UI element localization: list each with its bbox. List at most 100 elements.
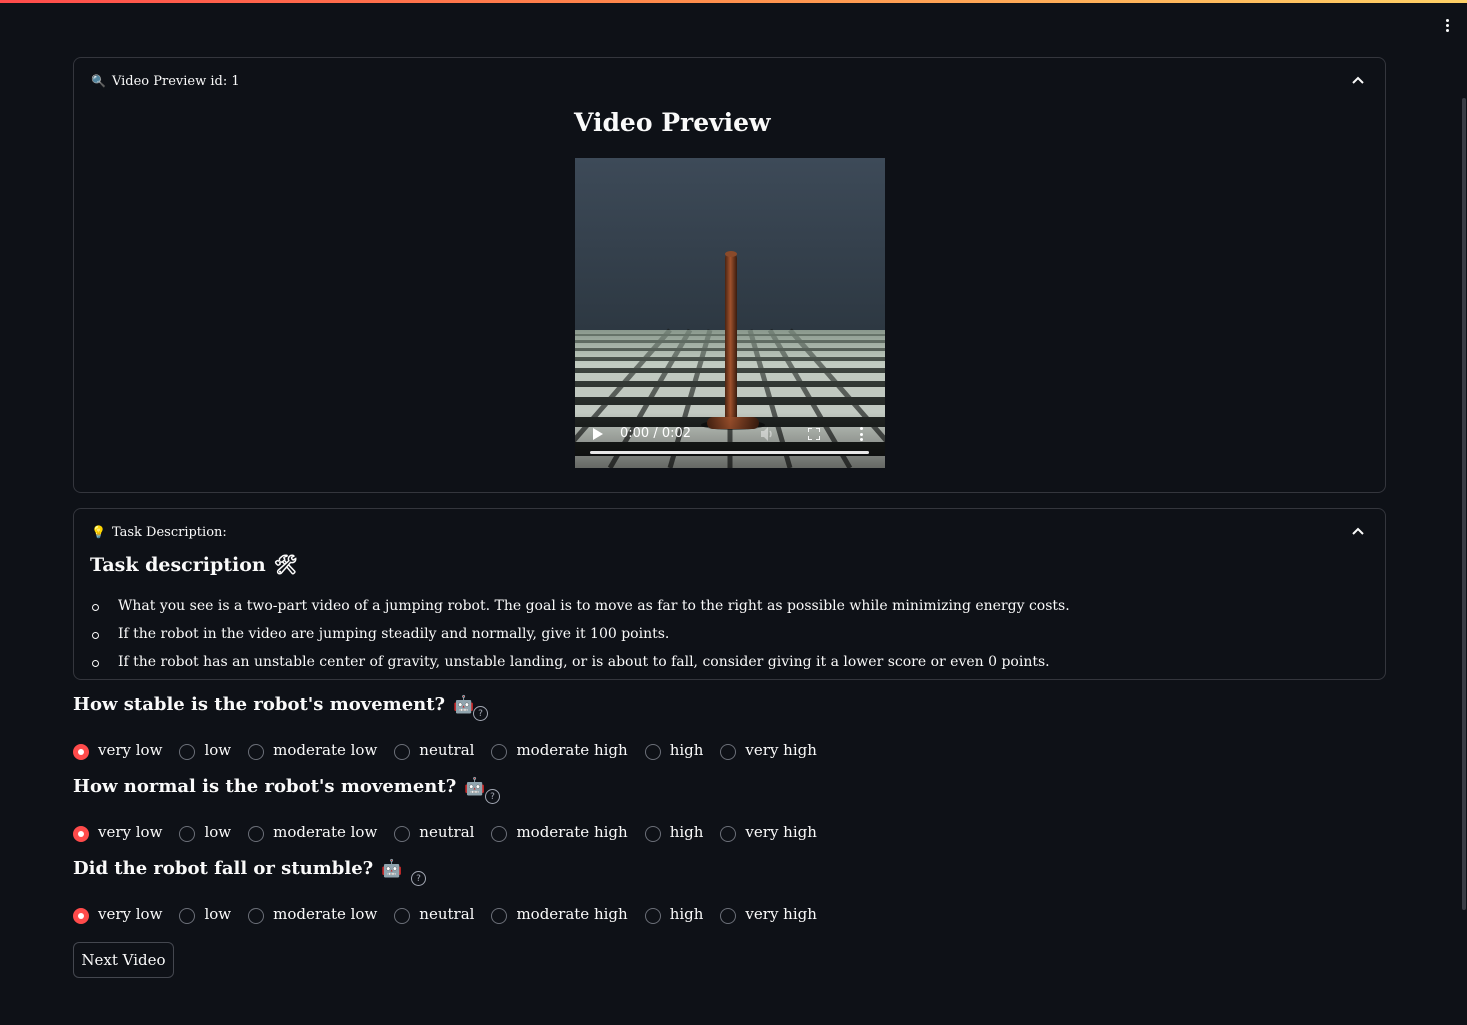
- magnifier-icon: 🔍: [91, 74, 106, 88]
- radio-circle[interactable]: [73, 825, 89, 842]
- radio-circle[interactable]: [394, 907, 411, 924]
- radio-circle[interactable]: [73, 743, 89, 760]
- video-time: 0:00 / 0:02: [620, 426, 692, 441]
- menu-dot-icon: [1445, 23, 1449, 27]
- radio-option-label: neutral: [419, 741, 475, 759]
- video-options-icon[interactable]: [859, 427, 863, 441]
- main-menu-button[interactable]: [1438, 14, 1456, 36]
- video-controls: 0:00 / 0:02: [575, 412, 885, 468]
- radio-option-label: neutral: [419, 905, 475, 923]
- fullscreen-icon[interactable]: [808, 428, 820, 440]
- radio-option-label: high: [669, 905, 704, 923]
- radio-option-label: very low: [98, 905, 163, 923]
- radio-option-label: high: [669, 741, 704, 759]
- help-icon[interactable]: ?: [485, 789, 500, 804]
- volume-icon[interactable]: [761, 427, 777, 441]
- radio-option[interactable]: low: [179, 823, 231, 842]
- radio-option[interactable]: moderate low: [248, 905, 377, 924]
- radio-option[interactable]: very low: [73, 905, 162, 924]
- radio-circle[interactable]: [248, 825, 265, 842]
- next-video-button[interactable]: Next Video: [73, 942, 174, 978]
- play-icon[interactable]: [593, 428, 603, 440]
- radio-option-label: moderate low: [273, 741, 378, 759]
- question-stability: How stable is the robot's movement? 🤖: [73, 694, 474, 715]
- radio-circle[interactable]: [394, 825, 411, 842]
- menu-dot-icon: [1445, 18, 1449, 22]
- radio-option-label: moderate low: [273, 905, 378, 923]
- radio-circle[interactable]: [644, 825, 661, 842]
- question-normality: How normal is the robot's movement? 🤖: [73, 776, 485, 797]
- task-description-expander-label: Task Description:: [111, 524, 227, 540]
- task-description-title: Task description 🛠: [90, 553, 298, 577]
- radio-option[interactable]: high: [644, 905, 704, 924]
- radio-option[interactable]: moderate low: [248, 741, 377, 760]
- radio-option[interactable]: moderate high: [491, 741, 628, 760]
- task-description-list: What you see is a two-part video of a ju…: [90, 596, 1070, 680]
- collapse-chevron-icon[interactable]: [1351, 525, 1365, 537]
- radio-option[interactable]: low: [179, 905, 231, 924]
- radio-option[interactable]: neutral: [394, 905, 474, 924]
- radio-option[interactable]: moderate high: [491, 905, 628, 924]
- radio-option-label: very low: [98, 823, 163, 841]
- robot-icon: 🤖: [464, 776, 486, 797]
- list-item: What you see is a two-part video of a ju…: [90, 596, 1070, 624]
- tools-icon: 🛠: [273, 554, 298, 576]
- radio-option[interactable]: very low: [73, 823, 162, 842]
- task-description-expander-header[interactable]: 💡 Task Description:: [91, 522, 227, 542]
- page-scrollbar[interactable]: [1462, 98, 1466, 910]
- radio-option[interactable]: high: [644, 741, 704, 760]
- radio-circle[interactable]: [394, 743, 411, 760]
- radio-group-stability: very low low moderate low neutral moderate h…: [73, 739, 834, 761]
- radio-option[interactable]: low: [179, 741, 231, 760]
- radio-option-label: very high: [745, 823, 817, 841]
- radio-option-label: very high: [745, 905, 817, 923]
- question-label: How stable is the robot's movement?: [73, 694, 446, 715]
- question-label: How normal is the robot's movement?: [73, 776, 457, 797]
- radio-circle[interactable]: [491, 907, 508, 924]
- radio-circle[interactable]: [179, 743, 196, 760]
- video-preview-expander: 🔍 Video Preview id: 1 Video Preview 0:00…: [73, 57, 1386, 493]
- radio-circle[interactable]: [248, 907, 265, 924]
- lightbulb-icon: 💡: [91, 525, 106, 539]
- radio-option-label: very low: [98, 741, 163, 759]
- robot-icon: 🤖: [381, 858, 403, 879]
- video-preview-expander-header[interactable]: 🔍 Video Preview id: 1: [91, 71, 240, 91]
- radio-circle[interactable]: [73, 907, 89, 924]
- list-item: If the robot has an unstable center of g…: [90, 652, 1070, 680]
- top-decoration-bar: [0, 0, 1467, 3]
- radio-option[interactable]: neutral: [394, 823, 474, 842]
- video-progress-bar[interactable]: [590, 451, 869, 454]
- radio-circle[interactable]: [720, 907, 737, 924]
- radio-option-label: low: [204, 741, 232, 759]
- radio-option-label: low: [204, 905, 232, 923]
- question-label: Did the robot fall or stumble?: [73, 858, 374, 879]
- radio-option-label: moderate high: [516, 823, 628, 841]
- radio-circle[interactable]: [644, 743, 661, 760]
- radio-circle[interactable]: [179, 907, 196, 924]
- radio-group-normality: very low low moderate low neutral moderate h…: [73, 821, 834, 843]
- radio-circle[interactable]: [491, 825, 508, 842]
- radio-circle[interactable]: [248, 743, 265, 760]
- radio-option[interactable]: very low: [73, 741, 162, 760]
- radio-option[interactable]: high: [644, 823, 703, 842]
- radio-circle[interactable]: [491, 743, 508, 760]
- radio-circle[interactable]: [720, 825, 737, 842]
- list-item: If the robot in the video are jumping st…: [90, 624, 1070, 652]
- radio-option[interactable]: very high: [720, 741, 817, 760]
- radio-option[interactable]: very high: [720, 905, 817, 924]
- help-icon[interactable]: ?: [411, 871, 426, 886]
- radio-option[interactable]: moderate low: [248, 823, 377, 842]
- radio-circle[interactable]: [179, 825, 196, 842]
- help-icon[interactable]: ?: [473, 706, 488, 721]
- task-description-expander: 💡 Task Description: Task description 🛠 W…: [73, 508, 1386, 680]
- video-preview-title: Video Preview: [574, 108, 771, 137]
- radio-circle[interactable]: [720, 743, 737, 760]
- video-player[interactable]: 0:00 / 0:02: [575, 158, 885, 468]
- question-fall: Did the robot fall or stumble? 🤖: [73, 858, 402, 879]
- collapse-chevron-icon[interactable]: [1351, 74, 1365, 86]
- radio-option[interactable]: moderate high: [491, 823, 628, 842]
- radio-option[interactable]: neutral: [394, 741, 474, 760]
- radio-circle[interactable]: [644, 907, 661, 924]
- radio-option-label: low: [204, 823, 232, 841]
- radio-option[interactable]: very high: [720, 823, 817, 842]
